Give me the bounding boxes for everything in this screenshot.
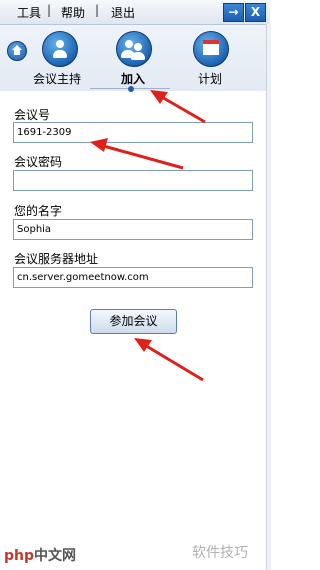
watermark-left: php中文网 bbox=[4, 545, 76, 565]
watermark-left-suffix: 中文网 bbox=[34, 548, 77, 564]
arrow-to-join-button bbox=[134, 338, 204, 382]
arrow-to-meeting-id bbox=[90, 138, 184, 170]
annotation-arrows bbox=[90, 90, 206, 382]
watermark-left-prefix: php bbox=[4, 548, 35, 564]
watermark-right: 软件技巧 bbox=[192, 545, 248, 561]
arrow-to-join-tab bbox=[150, 90, 206, 124]
